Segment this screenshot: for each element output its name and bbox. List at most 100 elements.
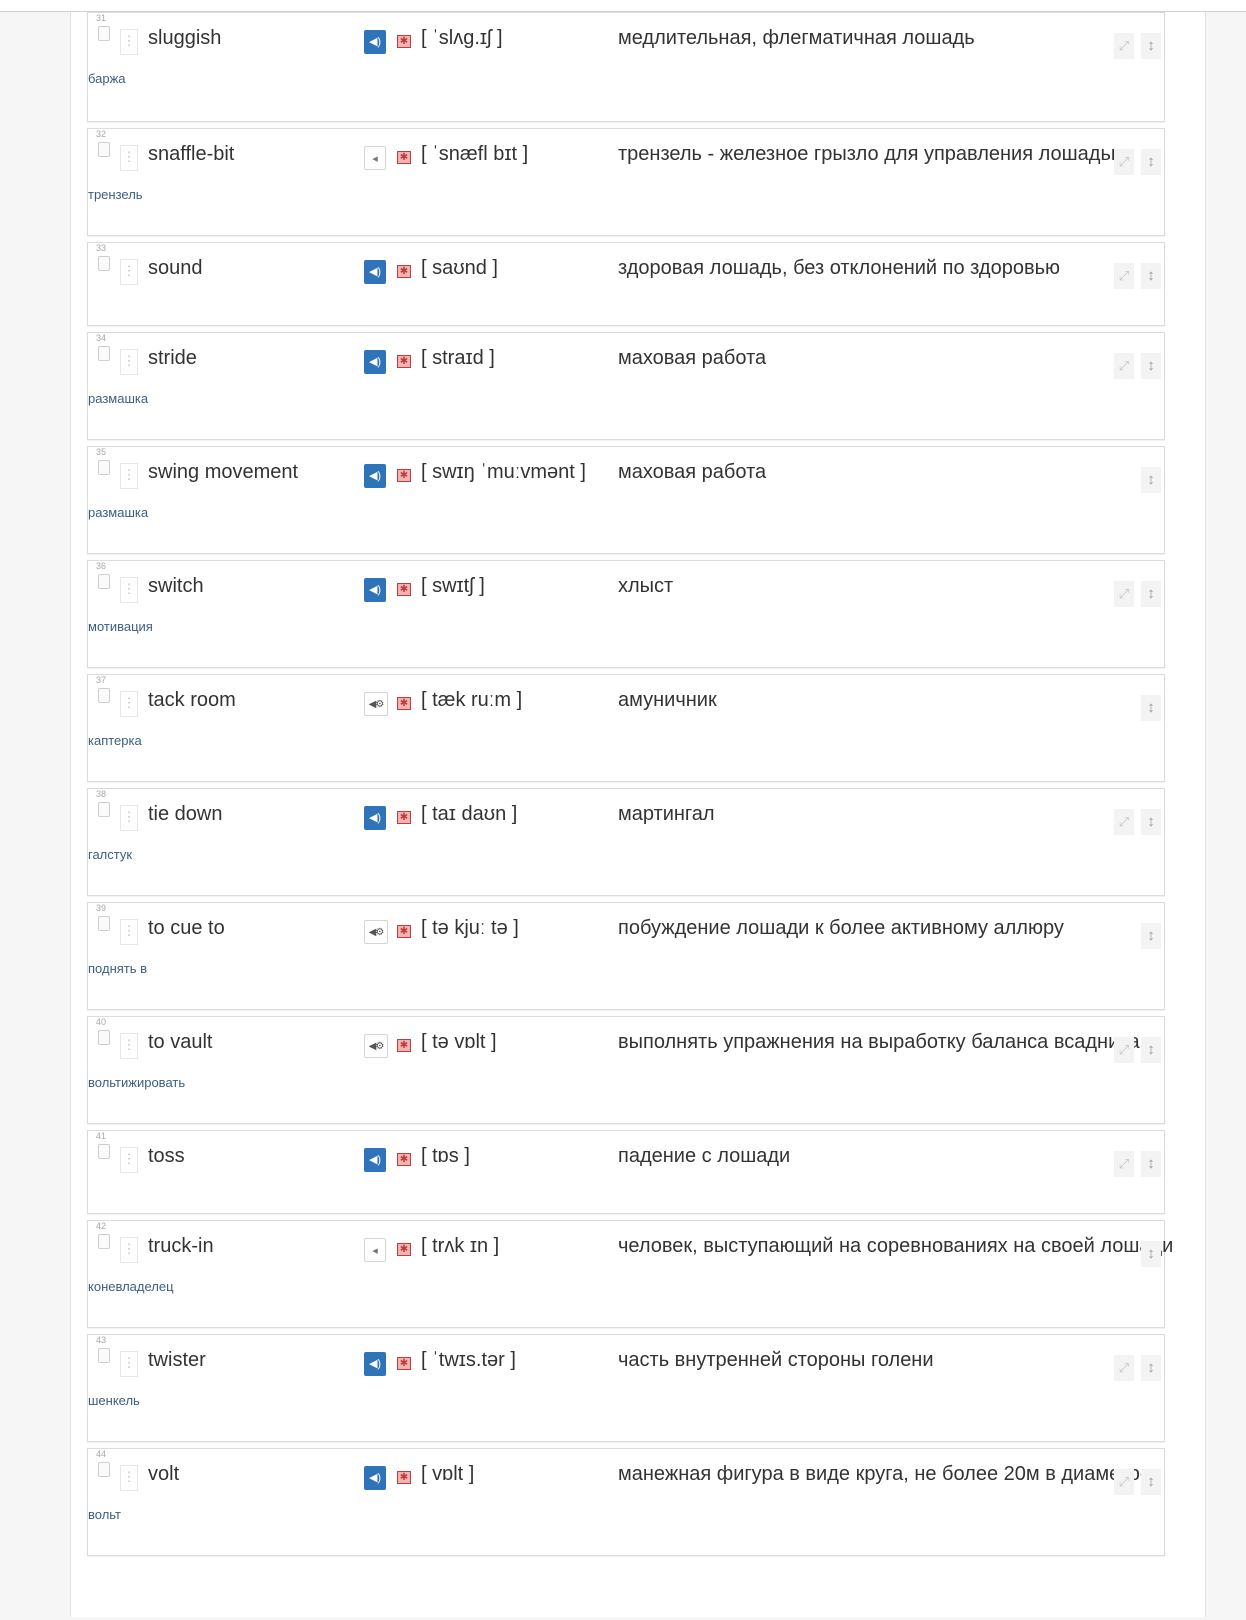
uk-flag-icon[interactable]: ✱ [397, 35, 411, 48]
select-checkbox[interactable] [98, 574, 110, 589]
english-word: volt [148, 1463, 180, 1485]
uk-flag-icon[interactable]: ✱ [397, 1153, 411, 1166]
uk-flag-icon[interactable]: ✱ [397, 1471, 411, 1484]
speaker-settings-icon[interactable]: ◀⚙ [364, 1034, 388, 1058]
drag-handle-icon[interactable]: ⋮ [120, 259, 138, 285]
uk-flag-icon[interactable]: ✱ [397, 583, 411, 596]
select-checkbox[interactable] [98, 256, 110, 271]
reorder-icon[interactable]: ↕ [1141, 1151, 1161, 1177]
reorder-icon[interactable]: ↕ [1141, 1469, 1161, 1495]
speaker-icon[interactable]: ◀) [364, 464, 386, 488]
edit-icon[interactable]: ⤢ [1114, 1151, 1134, 1177]
select-checkbox[interactable] [98, 1030, 110, 1045]
drag-handle-icon[interactable]: ⋮ [120, 805, 138, 831]
translation: трензель - железное грызло для управлени… [618, 143, 1126, 165]
reorder-icon[interactable]: ↕ [1141, 149, 1161, 175]
select-checkbox[interactable] [98, 802, 110, 817]
select-checkbox[interactable] [98, 916, 110, 931]
association-link[interactable]: вольтижировать [88, 1075, 185, 1090]
edit-icon[interactable]: ⤢ [1114, 263, 1134, 289]
reorder-icon[interactable]: ↕ [1141, 923, 1161, 949]
edit-icon[interactable]: ⤢ [1114, 1469, 1134, 1495]
association-link[interactable]: размашка [88, 391, 148, 406]
translation: мартингал [618, 803, 715, 825]
speaker-icon[interactable]: ◀) [364, 350, 386, 374]
entry-number: 37 [96, 675, 107, 685]
association-link[interactable]: размашка [88, 505, 148, 520]
select-checkbox[interactable] [98, 1144, 110, 1159]
drag-handle-icon[interactable]: ⋮ [120, 1237, 138, 1263]
speaker-settings-icon[interactable]: ◀⚙ [364, 692, 388, 716]
drag-handle-icon[interactable]: ⋮ [120, 1351, 138, 1377]
select-checkbox[interactable] [98, 1234, 110, 1249]
speaker-muted-icon[interactable]: ◂ [364, 1238, 386, 1262]
edit-icon[interactable]: ⤢ [1114, 33, 1134, 59]
edit-icon[interactable]: ⤢ [1114, 1037, 1134, 1063]
drag-handle-icon[interactable]: ⋮ [120, 463, 138, 489]
speaker-icon[interactable]: ◀) [364, 806, 386, 830]
speaker-icon[interactable]: ◀) [364, 30, 386, 54]
edit-icon[interactable]: ⤢ [1114, 149, 1134, 175]
reorder-icon[interactable]: ↕ [1141, 695, 1161, 721]
drag-handle-icon[interactable]: ⋮ [120, 691, 138, 717]
reorder-icon[interactable]: ↕ [1141, 581, 1161, 607]
uk-flag-icon[interactable]: ✱ [397, 811, 411, 824]
speaker-icon[interactable]: ◀) [364, 260, 386, 284]
word-card: 41 ⋮ toss ◀) ✱ [ tɒs ] падение с лошади ⤢ ↕ [87, 1130, 1165, 1214]
edit-icon[interactable]: ⤢ [1114, 353, 1134, 379]
speaker-icon[interactable]: ◀) [364, 1352, 386, 1376]
reorder-icon[interactable]: ↕ [1141, 1037, 1161, 1063]
drag-handle-icon[interactable]: ⋮ [120, 577, 138, 603]
association-link[interactable]: галстук [88, 847, 132, 862]
association-link[interactable]: шенкель [88, 1393, 140, 1408]
reorder-icon[interactable]: ↕ [1141, 353, 1161, 379]
select-checkbox[interactable] [98, 688, 110, 703]
speaker-muted-icon[interactable]: ◂ [364, 146, 386, 170]
speaker-icon[interactable]: ◀) [364, 1148, 386, 1172]
drag-handle-icon[interactable]: ⋮ [120, 29, 138, 55]
reorder-icon[interactable]: ↕ [1141, 1241, 1161, 1267]
association-link[interactable]: коневладелец [88, 1279, 174, 1294]
uk-flag-icon[interactable]: ✱ [397, 1039, 411, 1052]
speaker-settings-icon[interactable]: ◀⚙ [364, 920, 388, 944]
reorder-icon[interactable]: ↕ [1141, 263, 1161, 289]
uk-flag-icon[interactable]: ✱ [397, 151, 411, 164]
speaker-icon[interactable]: ◀) [364, 1466, 386, 1490]
drag-handle-icon[interactable]: ⋮ [120, 919, 138, 945]
uk-flag-icon[interactable]: ✱ [397, 265, 411, 278]
english-word: switch [148, 575, 204, 597]
drag-handle-icon[interactable]: ⋮ [120, 1465, 138, 1491]
select-checkbox[interactable] [98, 26, 110, 41]
select-checkbox[interactable] [98, 460, 110, 475]
uk-flag-icon[interactable]: ✱ [397, 1243, 411, 1256]
uk-flag-icon[interactable]: ✱ [397, 1357, 411, 1370]
association-link[interactable]: мотивация [88, 619, 153, 634]
reorder-icon[interactable]: ↕ [1141, 467, 1161, 493]
association-link[interactable]: поднять в [88, 961, 147, 976]
uk-flag-icon[interactable]: ✱ [397, 355, 411, 368]
reorder-icon[interactable]: ↕ [1141, 1355, 1161, 1381]
reorder-icon[interactable]: ↕ [1141, 809, 1161, 835]
english-word: twister [148, 1349, 206, 1371]
select-checkbox[interactable] [98, 1348, 110, 1363]
association-link[interactable]: трензель [88, 187, 143, 202]
edit-icon[interactable]: ⤢ [1114, 581, 1134, 607]
association-link[interactable]: каптерка [88, 733, 142, 748]
drag-handle-icon[interactable]: ⋮ [120, 1033, 138, 1059]
select-checkbox[interactable] [98, 142, 110, 157]
edit-icon[interactable]: ⤢ [1114, 809, 1134, 835]
select-checkbox[interactable] [98, 1462, 110, 1477]
reorder-icon[interactable]: ↕ [1141, 33, 1161, 59]
drag-handle-icon[interactable]: ⋮ [120, 145, 138, 171]
uk-flag-icon[interactable]: ✱ [397, 697, 411, 710]
drag-handle-icon[interactable]: ⋮ [120, 1147, 138, 1173]
select-checkbox[interactable] [98, 346, 110, 361]
edit-icon[interactable]: ⤢ [1114, 1355, 1134, 1381]
uk-flag-icon[interactable]: ✱ [397, 469, 411, 482]
drag-handle-icon[interactable]: ⋮ [120, 349, 138, 375]
association-link[interactable]: вольт [88, 1507, 121, 1522]
speaker-icon[interactable]: ◀) [364, 578, 386, 602]
transcription: [ tə vɒlt ] [421, 1031, 497, 1053]
uk-flag-icon[interactable]: ✱ [397, 925, 411, 938]
association-link[interactable]: баржа [88, 71, 126, 86]
